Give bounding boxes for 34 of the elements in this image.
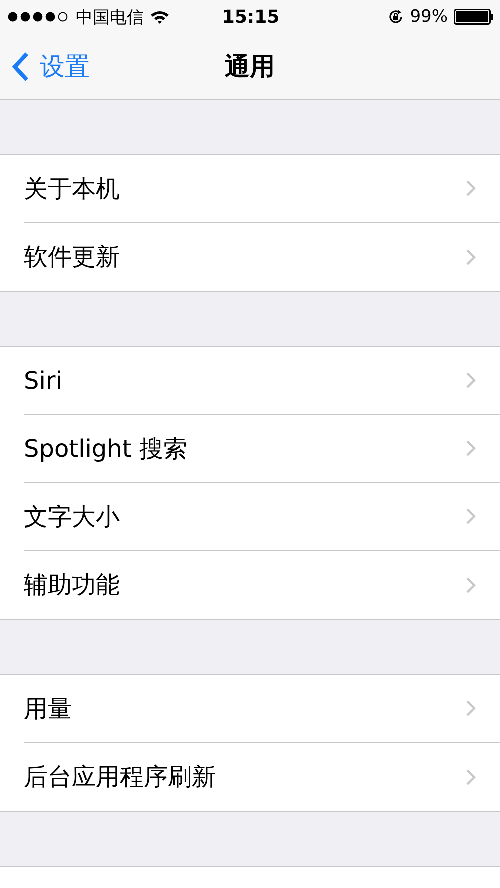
row-label: Spotlight 搜索 (24, 434, 188, 464)
row-label: 辅助功能 (24, 570, 120, 601)
row-label: 软件更新 (24, 242, 120, 273)
settings-row[interactable]: 后台应用程序刷新 (24, 743, 500, 811)
signal-icon (8, 12, 70, 22)
battery-percent: 99% (410, 7, 448, 27)
settings-row[interactable]: 用量 (24, 675, 500, 743)
chevron-right-icon (466, 700, 476, 717)
wifi-icon (150, 10, 170, 24)
chevron-right-icon (466, 768, 476, 786)
settings-row[interactable]: 辅助功能 (24, 551, 500, 619)
chevron-right-icon (466, 576, 476, 594)
settings-row[interactable]: Spotlight 搜索 (24, 415, 500, 483)
settings-row[interactable]: 文字大小 (24, 483, 500, 551)
chevron-right-icon (466, 508, 476, 525)
settings-row[interactable]: 关于本机 (24, 155, 500, 223)
carrier-name: 中国电信 (76, 6, 144, 28)
chevron-right-icon (466, 440, 476, 457)
chevron-right-icon (466, 180, 476, 197)
row-label: 关于本机 (24, 174, 120, 204)
chevron-left-icon (12, 52, 30, 82)
chevron-right-icon (466, 372, 476, 389)
rotation-lock-icon (388, 9, 404, 25)
chevron-right-icon (466, 248, 476, 266)
back-button[interactable]: 设置 (0, 50, 90, 83)
page-title: 通用 (225, 51, 275, 83)
row-label: 用量 (24, 694, 72, 724)
status-time: 15:15 (222, 6, 280, 28)
settings-row[interactable]: Siri (24, 347, 500, 415)
row-label: Siri (24, 366, 62, 394)
battery-icon (454, 9, 494, 25)
row-label: 文字大小 (24, 502, 120, 532)
row-label: 后台应用程序刷新 (24, 762, 216, 793)
settings-row[interactable]: 软件更新 (24, 223, 500, 291)
